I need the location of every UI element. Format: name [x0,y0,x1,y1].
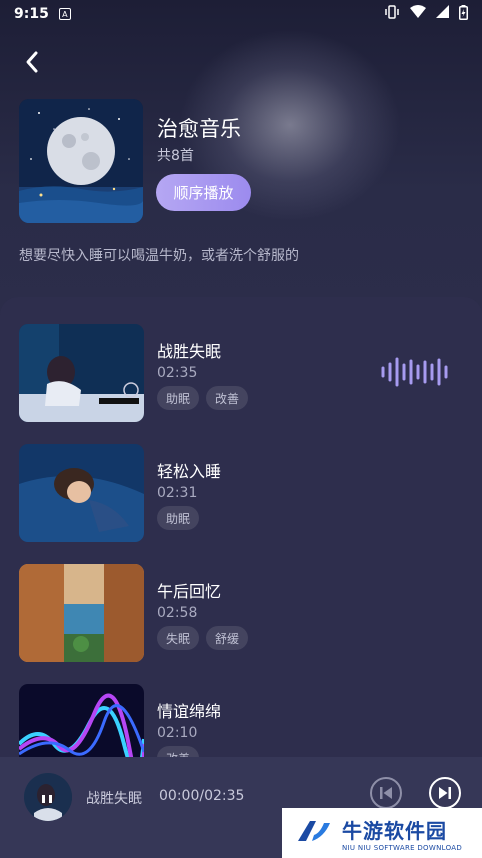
album-cover [19,99,143,223]
next-button[interactable] [428,777,462,812]
track-duration: 02:31 [157,485,198,501]
track-tag: 失眠 [157,626,200,650]
watermark-logo: 牛游软件园 NIU NIU SOFTWARE DOWNLOAD [282,808,482,858]
track-tag: 助眠 [157,506,200,530]
list-item[interactable]: 轻松入睡 02:31 助眠 [0,444,482,544]
battery-icon [459,4,468,24]
track-thumbnail [19,564,144,662]
track-list: 战胜失眠 02:35 助眠 改善 轻松入睡 02:31 助眠 午后回忆 02:5… [0,297,482,757]
album-track-count: 共8首 [157,148,194,164]
vibrate-icon [384,5,400,23]
signal-icon [436,5,449,23]
track-duration: 02:58 [157,605,198,621]
album-description: 想要尽快入睡可以喝温牛奶，或者洗个舒服的 [19,248,299,264]
watermark-text-en: NIU NIU SOFTWARE DOWNLOAD [342,843,463,852]
sound-wave-icon [380,352,452,392]
back-button[interactable] [18,50,46,78]
list-item[interactable]: 午后回忆 02:58 失眠 舒缓 [0,564,482,664]
track-title: 午后回忆 [157,582,222,601]
track-title: 战胜失眠 [157,342,222,361]
track-title: 情谊绵绵 [157,702,222,721]
playback-time: 00:00/02:35 [159,788,245,804]
logo-icon [296,817,334,849]
track-title: 轻松入睡 [157,462,222,481]
wifi-icon [410,5,426,23]
track-thumbnail [19,684,144,757]
track-tag: 改善 [206,386,249,410]
watermark-text-cn: 牛游软件园 [342,818,447,843]
track-thumbnail [19,444,144,542]
now-playing-title: 战胜失眠 [86,791,142,807]
notification-a-icon: A [58,8,71,20]
track-duration: 02:10 [157,725,198,741]
list-item[interactable]: 情谊绵绵 02:10 改善 [0,684,482,757]
track-thumbnail [19,324,144,422]
album-title: 治愈音乐 [157,117,241,141]
track-tag: 舒缓 [206,626,249,650]
track-tag: 改善 [157,746,200,757]
sequential-play-button[interactable]: 顺序播放 [156,174,251,211]
previous-button[interactable] [369,777,403,812]
track-duration: 02:35 [157,365,198,381]
status-bar: 9:15 A [0,0,482,28]
list-item[interactable]: 战胜失眠 02:35 助眠 改善 [0,324,482,424]
status-time: 9:15 [14,6,49,22]
mini-player-cover[interactable] [24,773,72,821]
track-tag: 助眠 [157,386,200,410]
chevron-left-icon [24,50,40,78]
